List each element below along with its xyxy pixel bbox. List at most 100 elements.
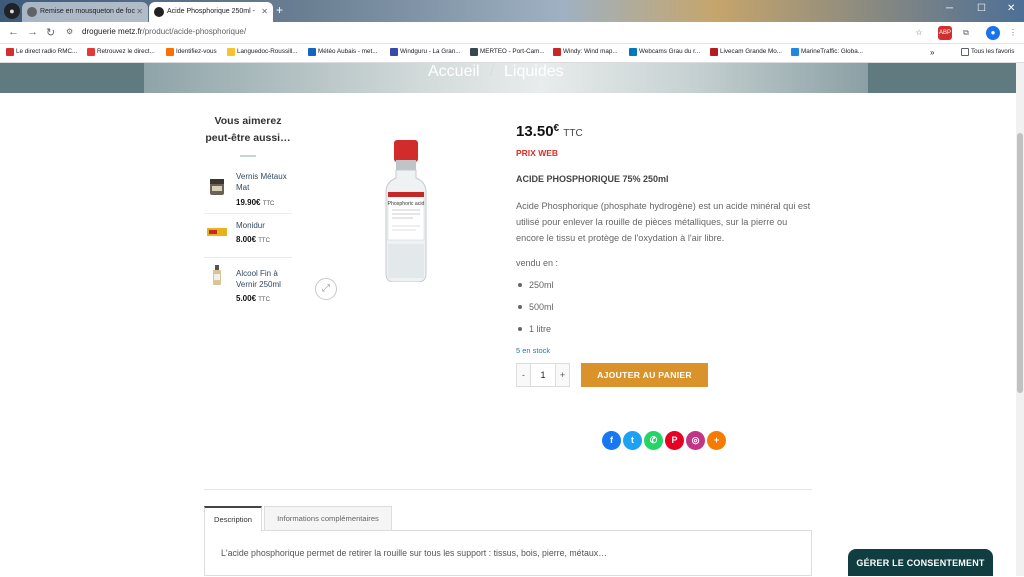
bookmark-star-icon[interactable]: ☆ xyxy=(912,26,926,40)
price-ttc: TTC xyxy=(563,128,583,139)
product-tabs: Description Informations complémentaires… xyxy=(204,506,812,576)
related-product-price: 5.00€ TTC xyxy=(236,294,270,303)
url-field[interactable]: ⚙ droguerie metz.fr/product/acide-phosph… xyxy=(62,25,932,41)
bookmark-item[interactable]: MERTEO - Port-Cam... xyxy=(470,48,545,56)
instagram-icon[interactable]: ◎ xyxy=(686,431,705,450)
bookmark-favicon-icon xyxy=(227,48,235,56)
bookmark-favicon-icon xyxy=(390,48,398,56)
product-price: 13.50€ TTC xyxy=(516,123,812,140)
bookmark-label: Le direct radio RMC... xyxy=(16,48,78,55)
all-bookmarks-folder[interactable]: Tous les favoris xyxy=(961,48,1014,56)
breadcrumb: Accueil / Liquides xyxy=(428,63,564,81)
close-window-icon[interactable]: ✕ xyxy=(1007,3,1015,14)
bookmark-favicon-icon xyxy=(553,48,561,56)
size-item: 500ml xyxy=(516,300,812,322)
page-hero-banner: Accueil / Liquides xyxy=(0,63,1016,93)
twitter-icon[interactable]: t xyxy=(623,431,642,450)
url-domain: droguerie metz.fr xyxy=(82,27,143,36)
bookmark-favicon-icon xyxy=(6,48,14,56)
price-value: 8.00€ xyxy=(236,235,257,244)
chrome-menu-icon[interactable]: ⋮ xyxy=(1006,26,1020,40)
bookmark-favicon-icon xyxy=(791,48,799,56)
bookmark-label: Windguru - La Gran... xyxy=(400,48,461,55)
bookmark-label: Languedoc-Roussill... xyxy=(237,48,298,55)
tab-favicon-icon xyxy=(27,7,37,17)
bookmark-item[interactable]: Windy: Wind map... xyxy=(553,48,618,56)
url-path: /product/acide-phosphorique/ xyxy=(142,27,247,36)
product-thumbnail[interactable] xyxy=(206,177,228,197)
tab-additional-info[interactable]: Informations complémentaires xyxy=(264,506,392,530)
tab-title: Acide Phosphorique 250ml - xyxy=(167,8,255,15)
whatsapp-icon[interactable]: ✆ xyxy=(644,431,663,450)
related-product-item[interactable]: Vernis Métaux Mat 19.90€ TTC xyxy=(204,169,292,214)
quantity-minus-button[interactable]: - xyxy=(517,364,531,386)
site-info-icon[interactable]: ⚙ xyxy=(66,27,73,36)
tab-description[interactable]: Description xyxy=(204,506,262,531)
browser-tab-strip: ● Remise en mousqueton de foc ✕ Acide Ph… xyxy=(0,0,1024,22)
bookmark-item[interactable]: Identifiez-vous xyxy=(166,48,217,56)
size-item: 250ml xyxy=(516,278,812,300)
bookmark-label: Windy: Wind map... xyxy=(563,48,618,55)
product-thumbnail[interactable] xyxy=(206,222,228,242)
bookmark-item[interactable]: Windguru - La Gran... xyxy=(390,48,461,56)
close-tab-icon[interactable]: ✕ xyxy=(136,2,143,22)
section-divider xyxy=(204,489,812,490)
facebook-icon[interactable]: f xyxy=(602,431,621,450)
size-list: 250ml 500ml 1 litre xyxy=(516,278,812,344)
maximize-icon[interactable]: ☐ xyxy=(977,3,986,14)
related-product-item[interactable]: Alcool Fin à Vernir 250ml 5.00€ TTC xyxy=(204,258,292,308)
bookmark-label: Webcams Grau du r... xyxy=(639,48,701,55)
profile-avatar-icon[interactable]: ● xyxy=(986,26,1000,40)
back-icon[interactable]: ← xyxy=(8,26,19,38)
add-to-cart-button[interactable]: AJOUTER AU PANIER xyxy=(581,363,708,387)
price-ttc: TTC xyxy=(258,297,270,303)
price-value: 13.50 xyxy=(516,123,554,140)
sidebar-title: Vous aimerez peut-être aussi… xyxy=(205,115,291,144)
forward-icon[interactable]: → xyxy=(27,26,38,38)
zoom-icon[interactable]: ⤢ xyxy=(315,278,337,300)
related-product-name[interactable]: Alcool Fin à Vernir 250ml xyxy=(236,268,292,290)
quantity-input[interactable]: 1 xyxy=(531,364,555,386)
product-thumbnail[interactable] xyxy=(206,262,228,288)
manage-consent-button[interactable]: GÉRER LE CONSENTEMENT xyxy=(848,549,993,576)
breadcrumb-category-link[interactable]: Liquides xyxy=(504,63,564,80)
related-product-price: 8.00€ TTC xyxy=(236,235,270,244)
bookmark-item[interactable]: Webcams Grau du r... xyxy=(629,48,701,56)
bookmark-item[interactable]: Le direct radio RMC... xyxy=(6,48,78,56)
browser-tab[interactable]: Remise en mousqueton de foc ✕ xyxy=(22,2,148,22)
bookmark-item[interactable]: MarineTraffic: Globa... xyxy=(791,48,863,56)
minimize-icon[interactable]: ─ xyxy=(946,3,953,14)
product-name: ACIDE PHOSPHORIQUE 75% 250ml xyxy=(516,174,669,184)
product-gallery: Phosphoric acid ⤢ xyxy=(310,130,500,305)
extensions-icon[interactable]: ⧉ xyxy=(959,26,973,40)
price-currency: € xyxy=(553,123,560,134)
adblock-extension-icon[interactable]: ABP xyxy=(938,26,952,40)
bookmark-label: MarineTraffic: Globa... xyxy=(801,48,863,55)
bookmark-label: Retrouvez le direct... xyxy=(97,48,155,55)
breadcrumb-home-link[interactable]: Accueil xyxy=(428,63,480,80)
related-product-name[interactable]: Monidur xyxy=(236,220,292,231)
quantity-plus-button[interactable]: + xyxy=(555,364,569,386)
web-price-badge: PRIX WEB xyxy=(516,148,559,158)
bookmarks-bar: Le direct radio RMC... Retrouvez le dire… xyxy=(0,44,1024,63)
browser-tab-active[interactable]: Acide Phosphorique 250ml - ✕ xyxy=(149,2,273,22)
bookmark-item[interactable]: Météo Aubais - met... xyxy=(308,48,378,56)
related-product-name[interactable]: Vernis Métaux Mat xyxy=(236,171,292,193)
bookmark-item[interactable]: Languedoc-Roussill... xyxy=(227,48,298,56)
close-tab-icon[interactable]: ✕ xyxy=(261,2,268,22)
sidebar-divider xyxy=(240,155,256,157)
tab-search-icon[interactable]: ● xyxy=(4,3,20,19)
more-share-icon[interactable]: + xyxy=(707,431,726,450)
page-scrollbar[interactable] xyxy=(1016,63,1024,576)
pinterest-icon[interactable]: P xyxy=(665,431,684,450)
bookmark-item[interactable]: Retrouvez le direct... xyxy=(87,48,155,56)
stock-status: 5 en stock xyxy=(516,346,551,355)
scrollbar-thumb[interactable] xyxy=(1017,133,1023,393)
price-ttc: TTC xyxy=(258,238,270,244)
bookmarks-overflow-icon[interactable]: » xyxy=(930,48,934,57)
new-tab-icon[interactable]: + xyxy=(276,3,283,17)
related-product-item[interactable]: Monidur 8.00€ TTC xyxy=(204,214,292,258)
product-image[interactable]: Phosphoric acid xyxy=(383,140,429,282)
bookmark-item[interactable]: Livecam Grande Mo... xyxy=(710,48,782,56)
reload-icon[interactable]: ↻ xyxy=(46,26,55,39)
